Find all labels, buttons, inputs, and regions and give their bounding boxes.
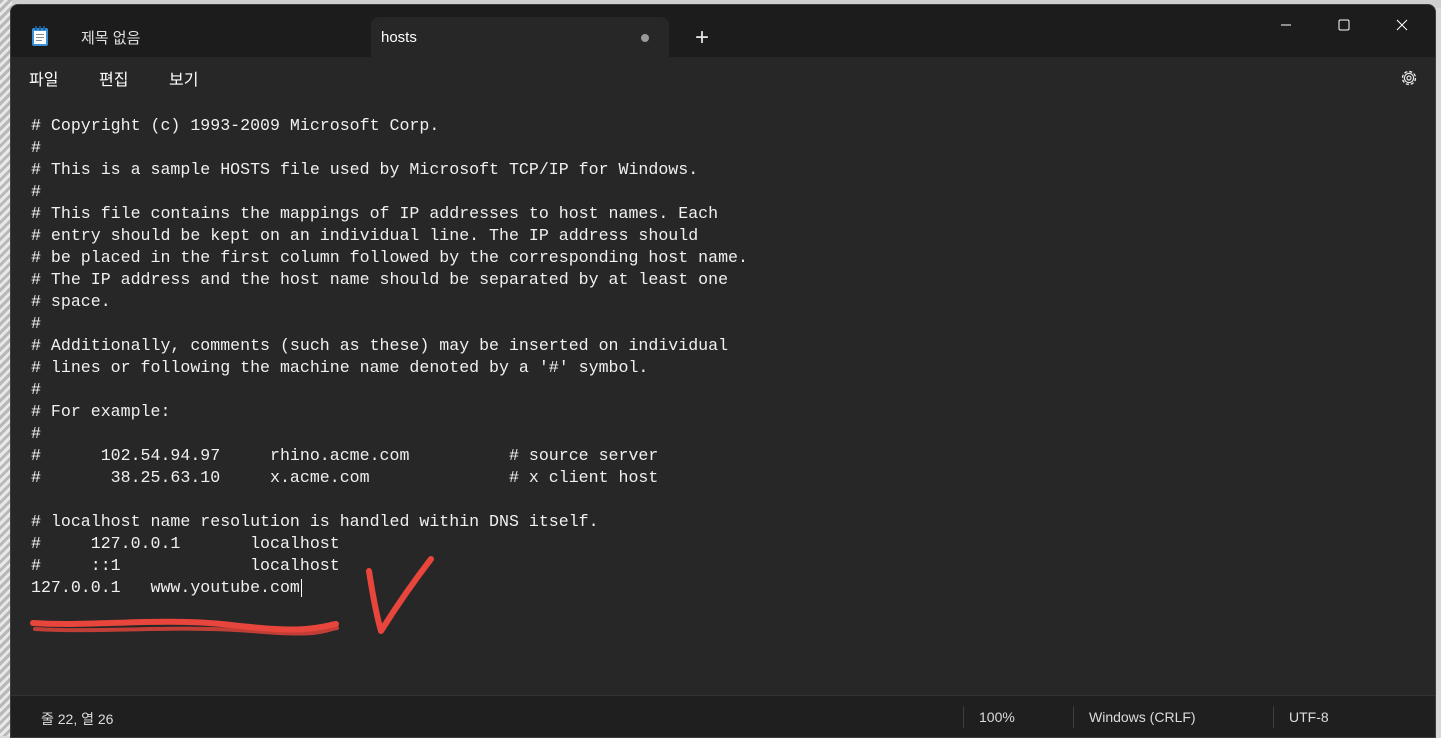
new-tab-button[interactable]: +: [687, 23, 717, 53]
editor-line[interactable]: #: [31, 424, 41, 443]
editor-line[interactable]: # 38.25.63.10 x.acme.com # x client host: [31, 468, 658, 487]
encoding[interactable]: UTF-8: [1289, 709, 1329, 725]
editor-line[interactable]: # 102.54.94.97 rhino.acme.com # source s…: [31, 446, 658, 465]
menu-bar: 파일 편집 보기: [11, 57, 1435, 97]
zoom-level[interactable]: 100%: [979, 709, 1015, 725]
tab-untitled[interactable]: 제목 없음: [67, 17, 367, 57]
editor-line[interactable]: # The IP address and the host name shoul…: [31, 270, 728, 289]
text-caret: [301, 579, 302, 597]
tab-label: hosts: [381, 28, 417, 46]
editor-line[interactable]: # This is a sample HOSTS file used by Mi…: [31, 160, 698, 179]
editor-line[interactable]: # lines or following the machine name de…: [31, 358, 648, 377]
tab-label: 제목 없음: [81, 29, 141, 47]
editor-line[interactable]: #: [31, 314, 41, 333]
menu-edit[interactable]: 편집: [99, 66, 128, 90]
status-divider: [963, 706, 964, 728]
editor-content[interactable]: # Copyright (c) 1993-2009 Microsoft Corp…: [31, 115, 748, 599]
minimize-icon: [1281, 24, 1291, 26]
gear-icon[interactable]: [1399, 68, 1419, 88]
editor-line[interactable]: # be placed in the first column followed…: [31, 248, 748, 267]
line-ending[interactable]: Windows (CRLF): [1089, 709, 1196, 725]
editor-line[interactable]: 127.0.0.1 www.youtube.com: [31, 578, 300, 597]
editor-line[interactable]: # localhost name resolution is handled w…: [31, 512, 599, 531]
editor-line[interactable]: # entry should be kept on an individual …: [31, 226, 698, 245]
status-divider: [1273, 706, 1274, 728]
cursor-position: 줄 22, 열 26: [41, 711, 114, 727]
status-divider: [1073, 706, 1074, 728]
editor-line[interactable]: # space.: [31, 292, 111, 311]
editor-line[interactable]: #: [31, 138, 41, 157]
menu-view[interactable]: 보기: [169, 66, 198, 90]
editor-line[interactable]: # 127.0.0.1 localhost: [31, 534, 340, 553]
close-icon: [1396, 19, 1408, 31]
tab-hosts[interactable]: hosts: [371, 17, 669, 57]
unsaved-indicator-icon[interactable]: [641, 34, 649, 42]
editor-line[interactable]: # Copyright (c) 1993-2009 Microsoft Corp…: [31, 116, 439, 135]
title-bar[interactable]: 제목 없음 hosts +: [11, 5, 1435, 57]
status-bar: 줄 22, 열 26 100% Windows (CRLF) UTF-8: [11, 695, 1435, 737]
menu-file[interactable]: 파일: [29, 66, 58, 90]
editor-line[interactable]: # ::1 localhost: [31, 556, 340, 575]
maximize-icon: [1338, 19, 1350, 31]
editor-line[interactable]: # Additionally, comments (such as these)…: [31, 336, 728, 355]
minimize-button[interactable]: [1259, 7, 1313, 43]
editor-line[interactable]: #: [31, 380, 41, 399]
close-button[interactable]: [1375, 7, 1429, 43]
maximize-button[interactable]: [1317, 7, 1371, 43]
text-editor[interactable]: # Copyright (c) 1993-2009 Microsoft Corp…: [11, 97, 1435, 695]
plus-icon: +: [694, 24, 709, 51]
editor-line[interactable]: # This file contains the mappings of IP …: [31, 204, 718, 223]
editor-line[interactable]: # For example:: [31, 402, 170, 421]
notepad-icon: [31, 25, 49, 47]
notepad-window: 제목 없음 hosts + 파일 편집 보기 # Copyright (c) 1…: [10, 4, 1436, 738]
editor-line[interactable]: #: [31, 182, 41, 201]
